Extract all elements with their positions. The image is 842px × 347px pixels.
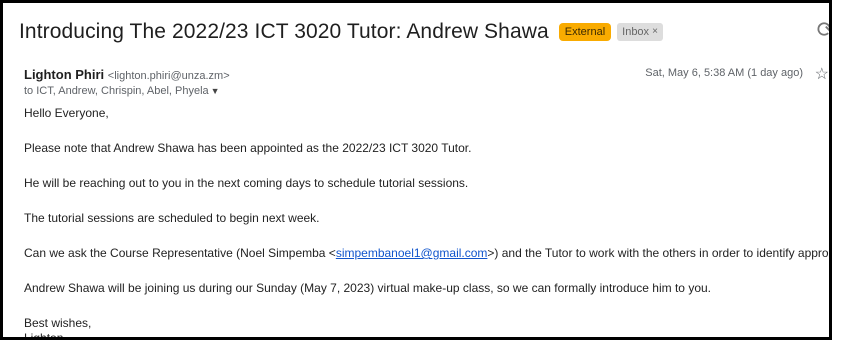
signature-name: Lighton [24, 331, 64, 340]
recipients-toggle[interactable]: to ICT, Andrew, Chrispin, Abel, Phyela ▼ [24, 85, 220, 97]
external-label: External [558, 23, 612, 41]
body-paragraph-5: Andrew Shawa will be joining us during o… [24, 281, 711, 295]
remove-label-icon[interactable]: × [652, 25, 658, 39]
email-subject: Introducing The 2022/23 ICT 3020 Tutor: … [19, 20, 549, 43]
body-paragraph-4: Can we ask the Course Representative (No… [24, 246, 829, 261]
print-icon[interactable]: ⟳ [817, 17, 829, 43]
email-body: Hello Everyone, Please note that Andrew … [24, 106, 829, 340]
star-icon[interactable]: ☆ [815, 64, 829, 84]
recipients-text: to ICT, Andrew, Chrispin, Abel, Phyela [24, 85, 209, 97]
sender-name[interactable]: Lighton Phiri [24, 67, 104, 82]
closing: Best wishes, [24, 316, 92, 330]
sender-email: <lighton.phiri@unza.zm> [107, 70, 230, 82]
caret-down-icon[interactable]: ▼ [211, 86, 220, 96]
email-link[interactable]: simpembanoel1@gmail.com [336, 246, 488, 260]
body-paragraph-3: The tutorial sessions are scheduled to b… [24, 211, 320, 225]
inbox-label-text: Inbox [622, 26, 650, 38]
email-view: Introducing The 2022/23 ICT 3020 Tutor: … [0, 0, 832, 340]
subject-row: Introducing The 2022/23 ICT 3020 Tutor: … [19, 17, 819, 47]
signature-block: Best wishes, Lighton [24, 316, 823, 340]
inbox-label[interactable]: Inbox × [617, 23, 663, 41]
body-paragraph-1: Please note that Andrew Shawa has been a… [24, 141, 472, 155]
body-paragraph-2: He will be reaching out to you in the ne… [24, 176, 469, 190]
body-paragraph-4-end: >) and the Tutor to work with the others… [487, 246, 829, 260]
body-greeting: Hello Everyone, [24, 106, 109, 120]
email-date: Sat, May 6, 5:38 AM (1 day ago) [645, 67, 803, 79]
body-paragraph-4-start: Can we ask the Course Representative (No… [24, 246, 336, 260]
sender-info: Lighton Phiri <lighton.phiri@unza.zm> [24, 67, 230, 82]
